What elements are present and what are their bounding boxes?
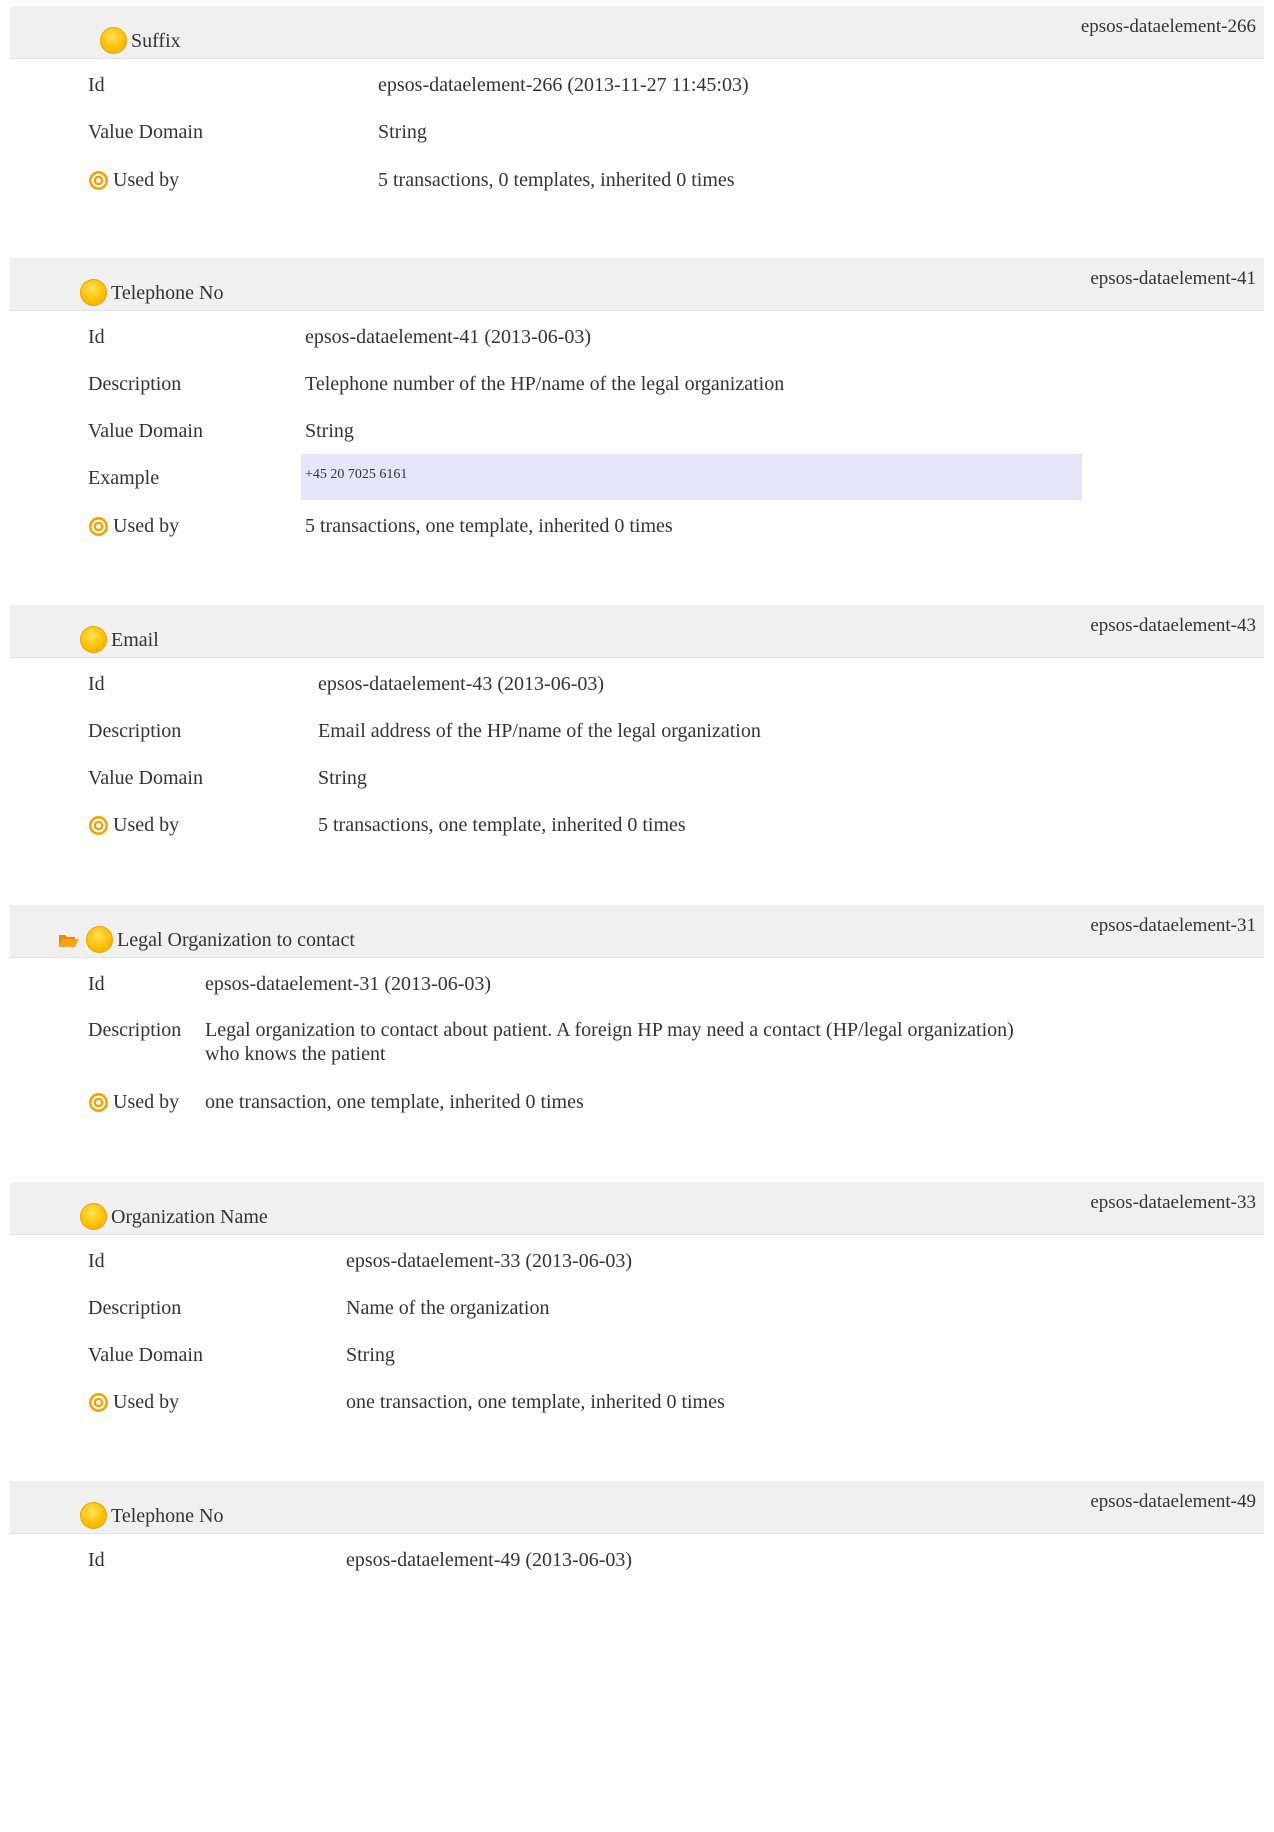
- label-id: Id: [88, 74, 105, 96]
- value-used-by: one transaction, one template, inherited…: [205, 1091, 584, 1113]
- concept-circle-icon: [86, 926, 113, 953]
- label-id: Id: [88, 1549, 105, 1571]
- label-description: Description: [88, 1297, 182, 1319]
- value-description: Legal organization to contact about pati…: [205, 1018, 1085, 1066]
- section-identifier: epsos-dataelement-266: [1080, 16, 1256, 37]
- target-icon: [88, 1392, 109, 1413]
- label-id: Id: [88, 1250, 105, 1272]
- value-id: epsos-dataelement-43 (2013-06-03): [318, 673, 605, 695]
- label-description: Description: [88, 1019, 182, 1041]
- section-header: Telephone No epsos-dataelement-49: [10, 1481, 1264, 1534]
- label-used-by: Used by: [113, 515, 180, 537]
- value-used-by: 5 transactions, 0 templates, inherited 0…: [378, 169, 735, 191]
- section-identifier: epsos-dataelement-33: [1090, 1192, 1256, 1213]
- value-value-domain: String: [305, 420, 354, 442]
- label-id: Id: [88, 673, 105, 695]
- value-value-domain: String: [318, 767, 367, 789]
- concept-circle-icon: [80, 279, 107, 306]
- value-used-by: 5 transactions, one template, inherited …: [318, 814, 686, 836]
- section-identifier: epsos-dataelement-49: [1090, 1491, 1256, 1512]
- section-header: Telephone No epsos-dataelement-41: [10, 258, 1264, 311]
- section-identifier: epsos-dataelement-31: [1090, 915, 1256, 936]
- label-description: Description: [88, 720, 182, 742]
- label-id: Id: [88, 326, 105, 348]
- value-id: epsos-dataelement-41 (2013-06-03): [305, 326, 592, 348]
- section-title: Organization Name: [111, 1206, 268, 1228]
- section-title: Suffix: [131, 30, 181, 52]
- value-id: epsos-dataelement-49 (2013-06-03): [346, 1549, 633, 1571]
- label-value-domain: Value Domain: [88, 420, 203, 442]
- data-element-telephone: Telephone No epsos-dataelement-41: [10, 258, 1264, 311]
- value-description: Email address of the HP/name of the lega…: [318, 720, 761, 742]
- label-value-domain: Value Domain: [88, 121, 203, 143]
- section-title: Telephone No: [111, 1505, 224, 1527]
- label-used-by: Used by: [113, 169, 180, 191]
- label-example: Example: [88, 467, 160, 489]
- section-header: Email epsos-dataelement-43: [10, 605, 1264, 658]
- data-element-legal-organization: Legal Organization to contact epsos-data…: [10, 905, 1264, 958]
- concept-circle-icon: [80, 1203, 107, 1230]
- used-by-link[interactable]: Used by: [88, 813, 179, 837]
- label-value-domain: Value Domain: [88, 1344, 203, 1366]
- concept-circle-icon: [80, 626, 107, 653]
- value-used-by: 5 transactions, one template, inherited …: [305, 515, 673, 537]
- value-used-by: one transaction, one template, inherited…: [346, 1391, 725, 1413]
- target-icon: [88, 170, 109, 191]
- value-description: Telephone number of the HP/name of the l…: [305, 373, 785, 395]
- value-id: epsos-dataelement-33 (2013-06-03): [346, 1250, 633, 1272]
- value-description: Name of the organization: [346, 1297, 550, 1319]
- label-value-domain: Value Domain: [88, 767, 203, 789]
- label-used-by: Used by: [113, 1391, 180, 1413]
- data-element-organization-name: Organization Name epsos-dataelement-33: [10, 1182, 1264, 1235]
- section-header: Organization Name epsos-dataelement-33: [10, 1182, 1264, 1235]
- target-icon: [88, 815, 109, 836]
- used-by-link[interactable]: Used by: [88, 168, 179, 192]
- concept-circle-icon: [100, 27, 127, 54]
- target-icon: [88, 516, 109, 537]
- label-used-by: Used by: [113, 1091, 180, 1113]
- value-example: +45 20 7025 6161: [305, 467, 408, 482]
- label-id: Id: [88, 973, 105, 995]
- section-identifier: epsos-dataelement-41: [1090, 268, 1256, 289]
- section-title: Legal Organization to contact: [117, 929, 355, 951]
- used-by-link[interactable]: Used by: [88, 1390, 179, 1414]
- concept-circle-icon: [80, 1502, 107, 1529]
- value-value-domain: String: [346, 1344, 395, 1366]
- section-title: Telephone No: [111, 282, 224, 304]
- data-element-telephone-2: Telephone No epsos-dataelement-49: [10, 1481, 1264, 1534]
- value-value-domain: String: [378, 121, 427, 143]
- folder-open-icon[interactable]: [58, 933, 80, 948]
- section-header: Legal Organization to contact epsos-data…: [10, 905, 1264, 958]
- description-line-2: who knows the patient: [205, 1043, 386, 1065]
- used-by-link[interactable]: Used by: [88, 1090, 179, 1114]
- used-by-link[interactable]: Used by: [88, 514, 179, 538]
- data-element-suffix: Suffix epsos-dataelement-266: [10, 6, 1264, 59]
- label-description: Description: [88, 373, 182, 395]
- data-element-email: Email epsos-dataelement-43: [10, 605, 1264, 658]
- section-header: Suffix epsos-dataelement-266: [10, 6, 1264, 59]
- section-identifier: epsos-dataelement-43: [1090, 615, 1256, 636]
- section-title: Email: [111, 629, 159, 651]
- label-used-by: Used by: [113, 814, 180, 836]
- example-box: +45 20 7025 6161: [301, 454, 1082, 500]
- target-icon: [88, 1092, 109, 1113]
- value-id: epsos-dataelement-31 (2013-06-03): [205, 973, 492, 995]
- description-line-1: Legal organization to contact about pati…: [205, 1019, 1014, 1041]
- value-id: epsos-dataelement-266 (2013-11-27 11:45:…: [378, 74, 749, 96]
